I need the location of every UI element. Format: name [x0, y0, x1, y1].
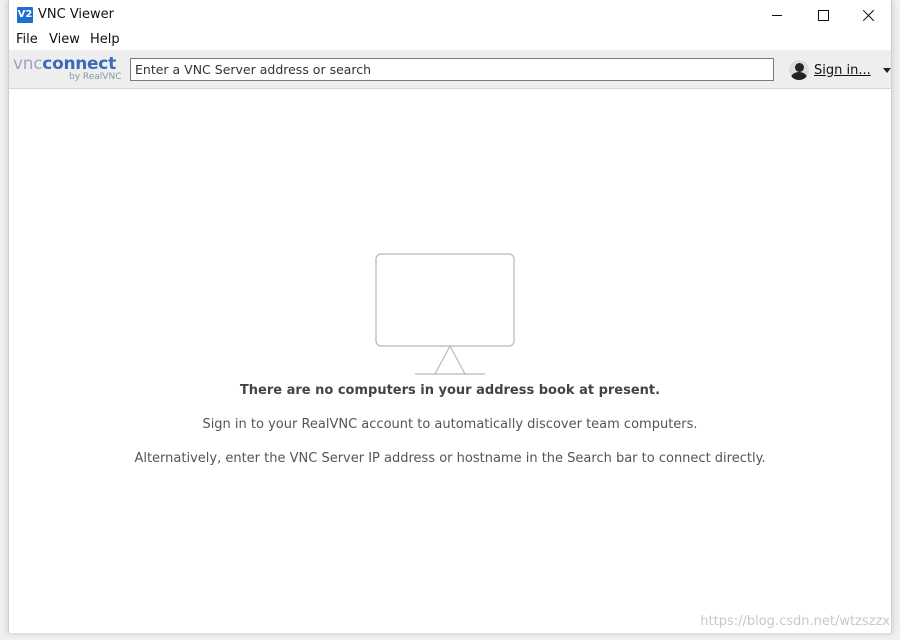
close-button[interactable]: [846, 0, 892, 30]
user-avatar-icon: [789, 60, 809, 80]
vnc-connect-logo: vncconnect by RealVNC: [13, 55, 123, 85]
sign-in-button[interactable]: Sign in...: [789, 59, 891, 81]
empty-state-title: There are no computers in your address b…: [239, 383, 661, 398]
maximize-icon: [817, 9, 829, 21]
address-book-area: There are no computers in your address b…: [9, 89, 891, 633]
minimize-button[interactable]: [754, 0, 800, 30]
empty-state-signin-hint: Sign in to your RealVNC account to autom…: [202, 417, 698, 432]
watermark-text: https://blog.csdn.net/wtzszzx: [700, 614, 890, 629]
close-icon: [863, 9, 875, 21]
chevron-down-icon[interactable]: [882, 67, 891, 73]
title-bar: V2 VNC Viewer: [9, 0, 891, 30]
toolbar: vncconnect by RealVNC Sign in...: [9, 50, 891, 89]
logo-vnc-text: vnc: [13, 54, 43, 74]
logo-connect-text: connect: [42, 54, 116, 74]
empty-state-search-hint: Alternatively, enter the VNC Server IP a…: [134, 451, 766, 466]
sign-in-label: Sign in...: [814, 62, 871, 78]
minimize-icon: [772, 14, 782, 16]
window-title: VNC Viewer: [38, 7, 115, 22]
maximize-button[interactable]: [800, 0, 846, 30]
menu-view[interactable]: View: [49, 32, 80, 47]
logo-byline: by RealVNC: [69, 72, 122, 82]
search-input[interactable]: [130, 58, 774, 81]
vnc-viewer-icon: V2: [17, 7, 33, 23]
menu-help[interactable]: Help: [90, 32, 120, 47]
menu-bar: File View Help: [9, 30, 891, 50]
monitor-icon: [375, 253, 515, 375]
menu-file[interactable]: File: [16, 32, 38, 47]
vnc-viewer-window: V2 VNC Viewer File View Help vncconnect …: [8, 0, 892, 633]
